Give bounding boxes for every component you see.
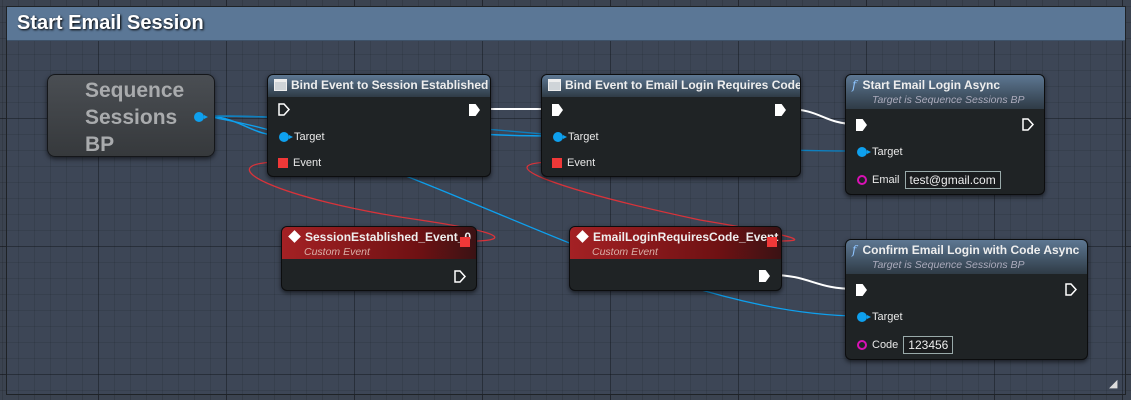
exec-in-pin[interactable]	[856, 284, 867, 296]
exec-wire	[770, 274, 856, 290]
event-pin[interactable]	[552, 158, 562, 168]
event-icon	[288, 230, 301, 243]
variable-label: Sequence Sessions BP	[85, 79, 185, 156]
pin-label: Target	[872, 146, 903, 158]
function-icon: f	[852, 78, 857, 92]
node-title: Bind Event to Session Established	[291, 78, 489, 92]
exec-out-pin[interactable]	[775, 104, 786, 116]
code-pin[interactable]	[857, 340, 867, 350]
delegate-output-pin[interactable]	[460, 237, 470, 247]
delegate-output-pin[interactable]	[767, 237, 777, 247]
pin-label: Email	[872, 174, 900, 186]
function-icon: f	[852, 243, 857, 257]
exec-out-pin[interactable]	[1065, 283, 1077, 296]
pin-label: Code	[872, 339, 899, 351]
node-confirm-email-login-with-code-async[interactable]: f Confirm Email Login with Code Async Targ…	[845, 239, 1088, 360]
node-title: SessionEstablished_Event_0	[305, 230, 472, 244]
email-pin[interactable]	[857, 175, 867, 185]
exec-out-pin[interactable]	[469, 104, 480, 116]
object-output-pin[interactable]	[194, 112, 208, 122]
node-bind-session-established[interactable]: Bind Event to Session Established Target…	[267, 74, 491, 177]
pin-label: Target	[294, 131, 325, 143]
event-icon	[576, 230, 589, 243]
exec-in-pin[interactable]	[278, 103, 290, 116]
node-subtitle: Custom Event	[304, 246, 370, 258]
delegate-icon	[548, 79, 561, 91]
node-email-login-requires-code-event[interactable]: EmailLoginRequiresCode_Event Custom Event	[569, 226, 782, 291]
exec-out-pin[interactable]	[454, 270, 466, 283]
node-subtitle: Target is Sequence Sessions BP	[872, 259, 1025, 271]
target-pin[interactable]	[857, 147, 871, 157]
target-pin[interactable]	[279, 132, 293, 142]
blueprint-graph[interactable]: Start Email Session ◢ Sequence Sessions …	[0, 0, 1131, 400]
target-pin[interactable]	[553, 132, 567, 142]
pin-label: Target	[872, 311, 903, 323]
node-title: Bind Event to Email Login Requires Code	[565, 78, 801, 92]
node-subtitle: Target is Sequence Sessions BP	[872, 94, 1025, 106]
target-pin[interactable]	[857, 312, 871, 322]
node-subtitle: Custom Event	[592, 246, 658, 258]
pin-label: Event	[293, 157, 322, 169]
node-bind-email-login-requires-code[interactable]: Bind Event to Email Login Requires Code …	[541, 74, 801, 177]
exec-out-pin[interactable]	[759, 270, 770, 282]
node-session-established-event[interactable]: SessionEstablished_Event_0 Custom Event	[281, 226, 477, 291]
exec-in-pin[interactable]	[856, 119, 867, 131]
pin-label: Target	[568, 131, 599, 143]
node-title: Confirm Email Login with Code Async	[862, 243, 1080, 257]
delegate-icon	[274, 79, 287, 91]
exec-out-pin[interactable]	[1022, 118, 1034, 131]
node-title: Start Email Login Async	[862, 78, 1001, 92]
pin-label: Event	[567, 157, 596, 169]
event-pin[interactable]	[278, 158, 288, 168]
email-input[interactable]: test@gmail.com	[904, 171, 1001, 189]
node-title: EmailLoginRequiresCode_Event	[593, 230, 779, 244]
code-input[interactable]: 123456	[903, 336, 954, 354]
variable-node-sequence-sessions-bp[interactable]: Sequence Sessions BP	[47, 74, 215, 157]
exec-in-pin[interactable]	[552, 104, 563, 116]
node-start-email-login-async[interactable]: f Start Email Login Async Target is Sequen…	[845, 74, 1045, 195]
